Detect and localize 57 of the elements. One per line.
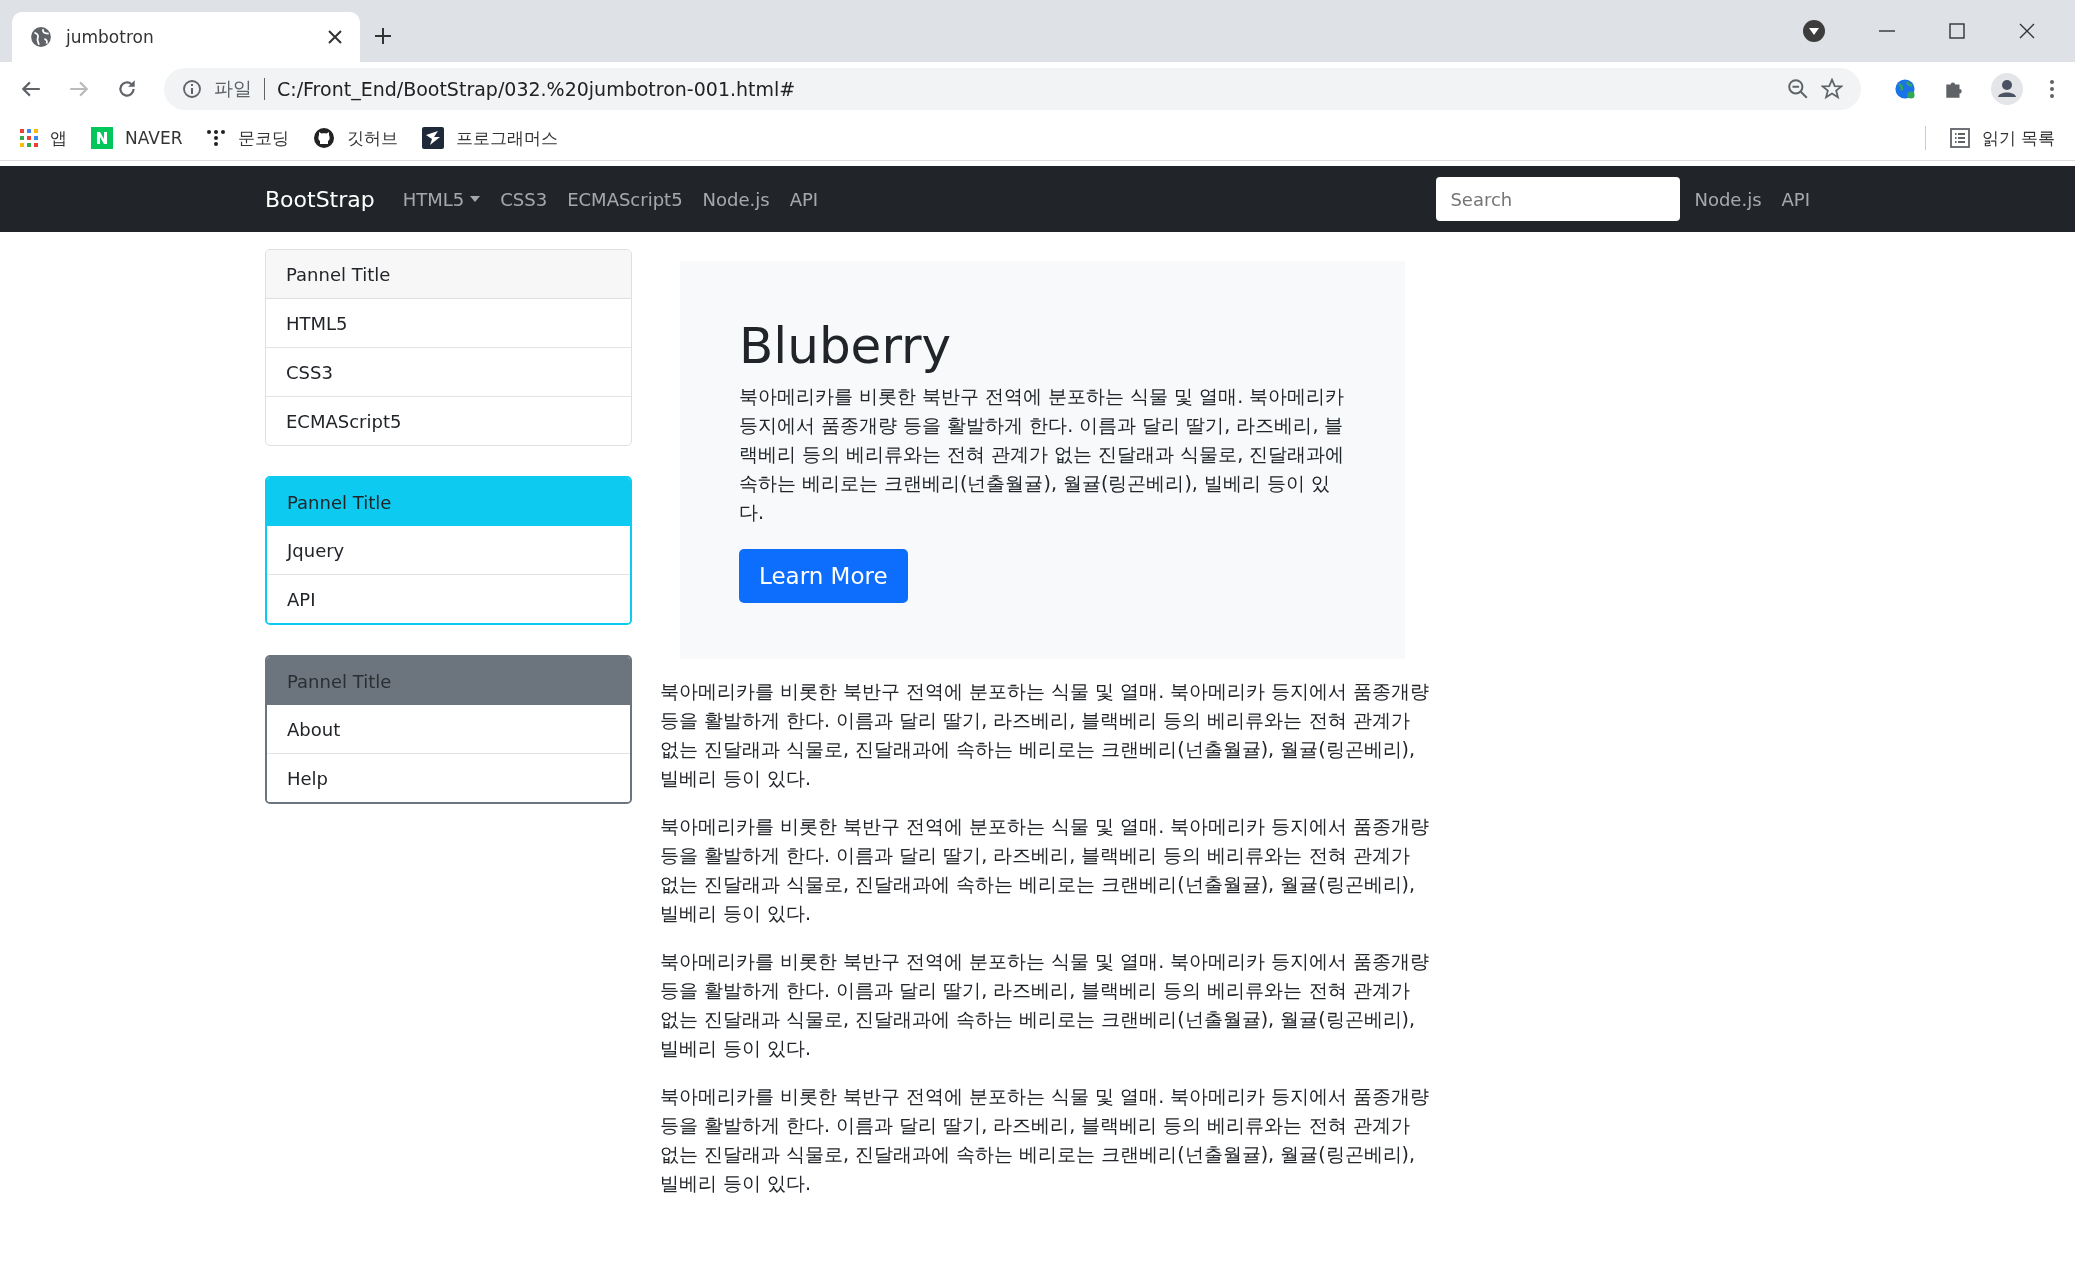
- zoom-out-icon[interactable]: [1787, 78, 1809, 100]
- bookmark-link[interactable]: 프로그래머스: [422, 126, 559, 150]
- grid-icon: [20, 129, 38, 147]
- dots-icon: [206, 128, 227, 148]
- nav-link[interactable]: Node.js: [702, 188, 770, 210]
- nav-link[interactable]: Node.js: [1694, 188, 1762, 210]
- tab-title: jumbotron: [66, 27, 155, 47]
- more-menu-icon[interactable]: [2049, 79, 2055, 99]
- earth-icon[interactable]: [1893, 77, 1917, 101]
- list-item[interactable]: HTML5: [266, 299, 631, 347]
- jumbotron-heading: Bluberry: [739, 319, 953, 374]
- globe-icon: [30, 26, 52, 48]
- plus-icon[interactable]: [374, 27, 392, 45]
- nav-link[interactable]: ECMAScript5: [567, 188, 683, 210]
- body-paragraph: 북아메리카를 비롯한 북반구 전역에 분포하는 식물 및 열매. 북아메리카 등지에서 품종개량 등을 활발하게 한다. 이름과 달리 딸기, 라즈베리, 블랙베리 등의 베리류와는 전혀 관계가 없는 진달래과 식물로, 진달래과에 속하는 베리로는 크랜베리(넌출월귤), 월귤(링곤베리), 빌베리 등이 있다.: [660, 1084, 1430, 1196]
- list-item[interactable]: CSS3: [266, 347, 631, 396]
- cat-silhouette-icon: [313, 127, 336, 149]
- caret-icon: [470, 196, 481, 202]
- body-paragraph: 북아메리카를 비롯한 북반구 전역에 분포하는 식물 및 열매. 북아메리카 등지에서 품종개량 등을 활발하게 한다. 이름과 달리 딸기, 라즈베리, 블랙베리 등의 베리류와는 전혀 관계가 없는 진달래과 식물로, 진달래과에 속하는 베리로는 크랜베리(넌출월귤), 월귤(링곤베리), 빌베리 등이 있다.: [660, 814, 1430, 926]
- bird-icon: [422, 127, 445, 149]
- nav-link[interactable]: CSS3: [500, 188, 548, 210]
- nav-link[interactable]: API: [1781, 188, 1810, 210]
- panel-title: Pannel Title: [267, 657, 630, 705]
- close-icon[interactable]: [328, 30, 342, 44]
- body-paragraph: 북아메리카를 비롯한 북반구 전역에 분포하는 식물 및 열매. 북아메리카 등지에서 품종개량 등을 활발하게 한다. 이름과 달리 딸기, 라즈베리, 블랙베리 등의 베리류와는 전혀 관계가 없는 진달래과 식물로, 진달래과에 속하는 베리로는 크랜베리(넌출월귤), 월귤(링곤베리), 빌베리 등이 있다.: [660, 679, 1430, 791]
- star-icon[interactable]: [1821, 78, 1843, 100]
- bookmark-link[interactable]: 앱: [20, 126, 67, 150]
- body-paragraph: 북아메리카를 비롯한 북반구 전역에 분포하는 식물 및 열매. 북아메리카 등지에서 품종개량 등을 활발하게 한다. 이름과 달리 딸기, 라즈베리, 블랙베리 등의 베리류와는 전혀 관계가 없는 진달래과 식물로, 진달래과에 속하는 베리로는 크랜베리(넌출월귤), 월귤(링곤베리), 빌베리 등이 있다.: [660, 949, 1430, 1061]
- close-icon[interactable]: [2019, 23, 2035, 39]
- list-item[interactable]: ECMAScript5: [266, 396, 631, 445]
- url-text: C:/Front_End/BootStrap/032.%20jumbotron-001.html#: [277, 78, 796, 100]
- bookmark-link[interactable]: 깃허브: [313, 126, 399, 150]
- reload-icon[interactable]: [116, 78, 138, 100]
- bookmark-link[interactable]: 문코딩: [206, 126, 290, 150]
- profile-avatar-icon[interactable]: [1991, 73, 2023, 105]
- list-item[interactable]: Jquery: [267, 526, 630, 574]
- list-icon: [1949, 128, 1970, 148]
- bookmark-link[interactable]: NAVER: [91, 127, 183, 149]
- list-item[interactable]: API: [267, 574, 630, 623]
- reading-list-link[interactable]: 읽기 목록: [1949, 126, 2055, 150]
- address-bar[interactable]: 파일 C:/Front_End/BootStrap/032.%20jumbotron-001.html#: [164, 68, 1861, 110]
- jumbotron-text: 북아메리카를 비롯한 북반구 전역에 분포하는 식물 및 열매. 북아메리카 등지에서 품종개량 등을 활발하게 한다. 이름과 달리 딸기, 라즈베리, 블랙베리 등의 베리류와는 전혀 관계가 없는 진달래과 식물로, 진달래과에 속하는 베리로는 크랜베리(넌출월귤), 월귤(링곤베리), 빌베리 등이 있다.: [739, 384, 1346, 525]
- search-field[interactable]: Search: [1436, 177, 1681, 221]
- square-n-icon: [91, 127, 113, 149]
- list-item[interactable]: About: [267, 705, 630, 753]
- nav-link[interactable]: API: [789, 188, 819, 210]
- dropdown-icon[interactable]: [1803, 20, 1825, 42]
- browser-tab[interactable]: jumbotron: [12, 12, 360, 62]
- panel-title: Pannel Title: [267, 478, 630, 526]
- info-icon: [182, 79, 202, 99]
- address-scheme: 파일: [214, 76, 252, 101]
- nav-link[interactable]: HTML5: [402, 188, 481, 210]
- panel-title: Pannel Title: [266, 250, 631, 299]
- learn-more-button[interactable]: Learn More: [739, 549, 908, 603]
- maximize-icon[interactable]: [1949, 23, 1965, 39]
- brand-link[interactable]: BootStrap: [265, 186, 375, 212]
- list-item[interactable]: Help: [267, 753, 630, 802]
